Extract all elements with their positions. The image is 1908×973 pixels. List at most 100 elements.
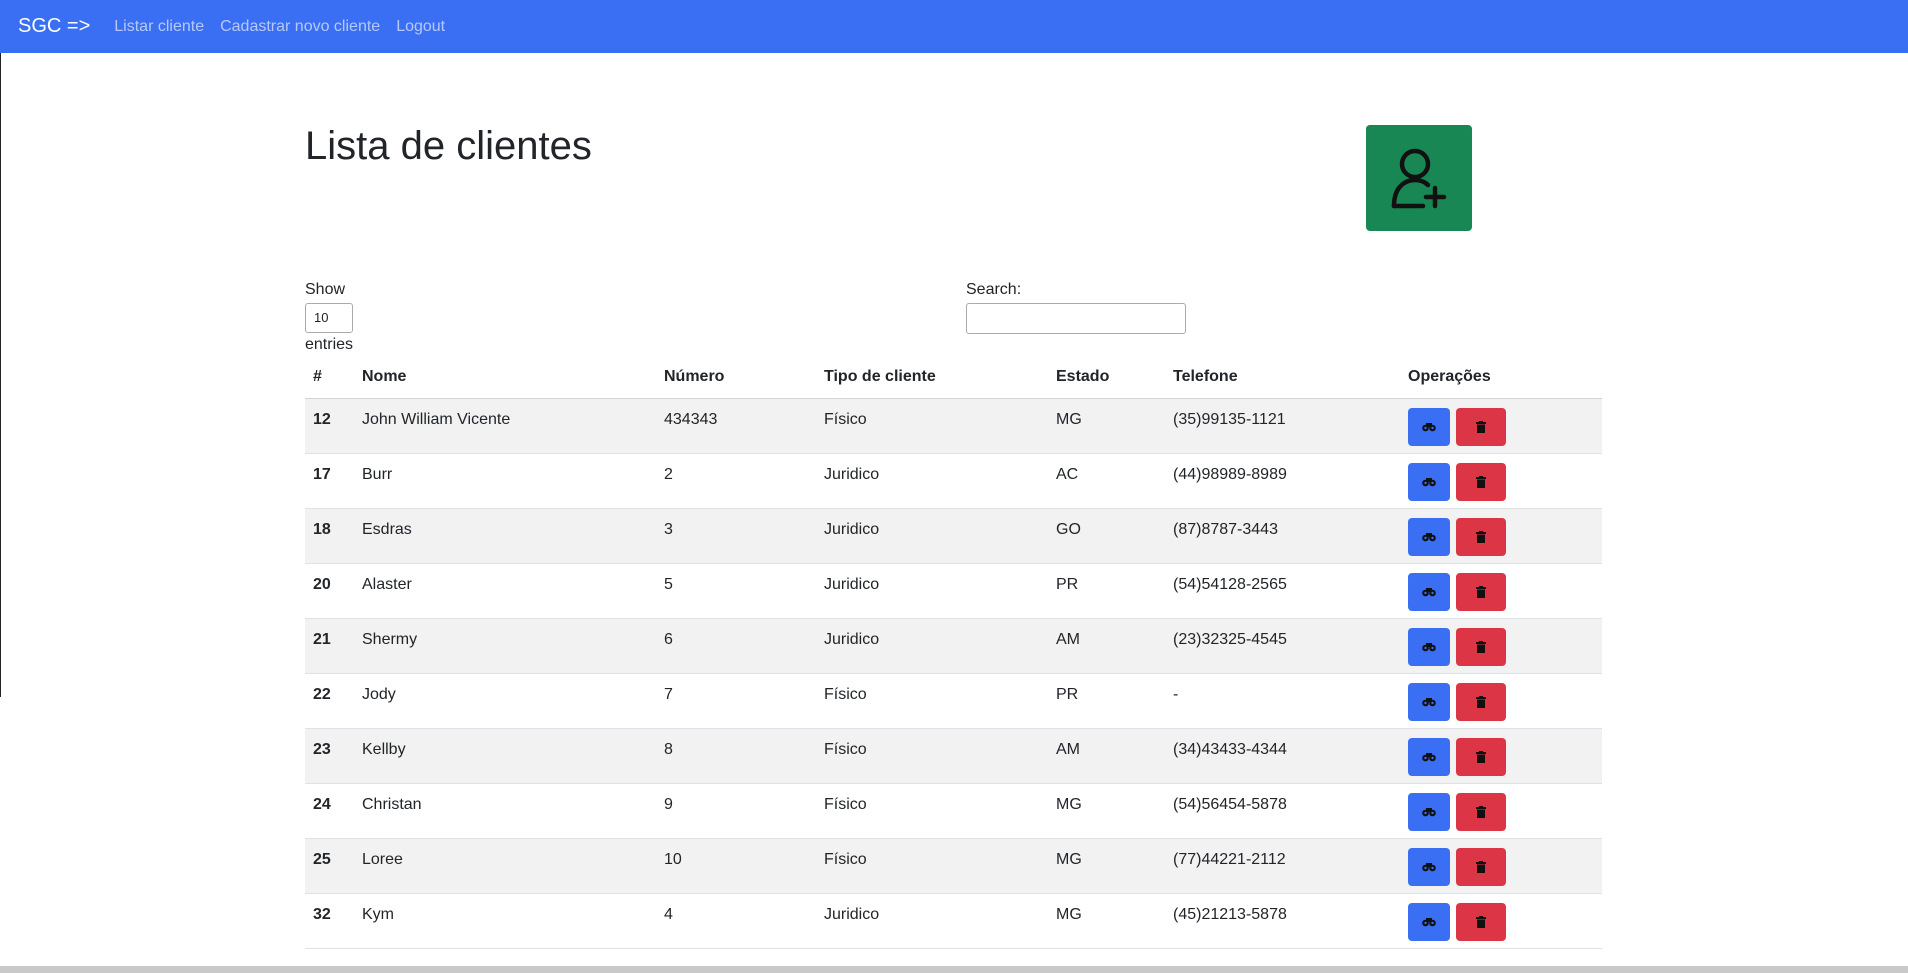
cell-telefone: (23)32325-4545	[1165, 618, 1400, 674]
cell-operacoes	[1400, 453, 1602, 509]
show-label: Show	[305, 281, 346, 298]
cell-id: 20	[305, 563, 354, 619]
delete-button[interactable]	[1456, 903, 1506, 941]
cell-estado: AC	[1048, 453, 1165, 509]
search-label: Search:	[966, 281, 1022, 298]
cell-nome: Christan	[354, 783, 656, 839]
cell-numero: 10	[656, 838, 816, 894]
view-button[interactable]	[1408, 903, 1450, 941]
header-operacoes: Operações	[1400, 356, 1602, 399]
cell-numero: 5	[656, 563, 816, 619]
cell-telefone: (54)54128-2565	[1165, 563, 1400, 619]
cell-numero: 3	[656, 508, 816, 564]
view-button[interactable]	[1408, 793, 1450, 831]
cell-telefone: (34)43433-4344	[1165, 728, 1400, 784]
delete-button[interactable]	[1456, 683, 1506, 721]
table-row: 12 John William Vicente 434343 Físico MG…	[305, 398, 1602, 454]
cell-numero: 7	[656, 673, 816, 729]
clients-table: # Nome Número Tipo de cliente Estado Tel…	[305, 356, 1602, 949]
brand-link[interactable]: SGC =>	[18, 15, 90, 38]
binoculars-icon	[1422, 588, 1436, 597]
view-button[interactable]	[1408, 848, 1450, 886]
binoculars-icon	[1422, 698, 1436, 707]
cell-estado: GO	[1048, 508, 1165, 564]
trash-icon	[1476, 696, 1486, 708]
nav-link-cadastrar-cliente[interactable]: Cadastrar novo cliente	[220, 18, 380, 36]
cell-numero: 6	[656, 618, 816, 674]
binoculars-icon	[1422, 533, 1436, 542]
cell-operacoes	[1400, 563, 1602, 619]
entries-select[interactable]: 10	[305, 303, 353, 333]
header-tipo[interactable]: Tipo de cliente	[816, 356, 1048, 399]
cell-telefone: (35)99135-1121	[1165, 398, 1400, 454]
binoculars-icon	[1422, 423, 1436, 432]
top-navbar: SGC => Listar cliente Cadastrar novo cli…	[0, 0, 1908, 53]
cell-operacoes	[1400, 893, 1602, 949]
cell-tipo: Físico	[816, 728, 1048, 784]
cell-operacoes	[1400, 783, 1602, 839]
cell-numero: 4	[656, 893, 816, 949]
cell-tipo: Juridico	[816, 563, 1048, 619]
view-button[interactable]	[1408, 408, 1450, 446]
view-button[interactable]	[1408, 738, 1450, 776]
cell-telefone: (87)8787-3443	[1165, 508, 1400, 564]
cell-numero: 9	[656, 783, 816, 839]
bottom-footer-strip	[0, 966, 1908, 973]
delete-button[interactable]	[1456, 518, 1506, 556]
cell-tipo: Físico	[816, 783, 1048, 839]
table-row: 20 Alaster 5 Juridico PR (54)54128-2565	[305, 563, 1602, 619]
cell-estado: PR	[1048, 563, 1165, 619]
entries-label: entries	[305, 336, 354, 353]
view-button[interactable]	[1408, 683, 1450, 721]
cell-operacoes	[1400, 508, 1602, 564]
cell-estado: MG	[1048, 838, 1165, 894]
cell-operacoes	[1400, 673, 1602, 729]
search-input[interactable]	[966, 303, 1186, 334]
table-row: 32 Kym 4 Juridico MG (45)21213-5878	[305, 893, 1602, 949]
header-id[interactable]: #	[305, 356, 354, 399]
header-estado[interactable]: Estado	[1048, 356, 1165, 399]
cell-nome: Kym	[354, 893, 656, 949]
delete-button[interactable]	[1456, 573, 1506, 611]
header-telefone[interactable]: Telefone	[1165, 356, 1400, 399]
binoculars-icon	[1422, 863, 1436, 872]
cell-tipo: Juridico	[816, 508, 1048, 564]
nav-link-listar-cliente[interactable]: Listar cliente	[114, 18, 204, 36]
cell-numero: 8	[656, 728, 816, 784]
add-client-button[interactable]	[1366, 125, 1472, 231]
view-button[interactable]	[1408, 628, 1450, 666]
cell-tipo: Físico	[816, 838, 1048, 894]
person-plus-icon	[1391, 148, 1447, 209]
delete-button[interactable]	[1456, 793, 1506, 831]
delete-button[interactable]	[1456, 408, 1506, 446]
cell-estado: MG	[1048, 783, 1165, 839]
view-button[interactable]	[1408, 463, 1450, 501]
delete-button[interactable]	[1456, 848, 1506, 886]
cell-nome: Loree	[354, 838, 656, 894]
header-nome[interactable]: Nome	[354, 356, 656, 399]
trash-icon	[1476, 531, 1486, 543]
nav-link-logout[interactable]: Logout	[396, 18, 445, 36]
trash-icon	[1476, 806, 1486, 818]
trash-icon	[1476, 421, 1486, 433]
delete-button[interactable]	[1456, 463, 1506, 501]
cell-id: 24	[305, 783, 354, 839]
cell-nome: Kellby	[354, 728, 656, 784]
cell-nome: Alaster	[354, 563, 656, 619]
table-row: 18 Esdras 3 Juridico GO (87)8787-3443	[305, 508, 1602, 564]
delete-button[interactable]	[1456, 628, 1506, 666]
view-button[interactable]	[1408, 573, 1450, 611]
trash-icon	[1476, 861, 1486, 873]
cell-tipo: Juridico	[816, 618, 1048, 674]
binoculars-icon	[1422, 643, 1436, 652]
cell-id: 17	[305, 453, 354, 509]
header-numero[interactable]: Número	[656, 356, 816, 399]
cell-tipo: Físico	[816, 398, 1048, 454]
cell-tipo: Físico	[816, 673, 1048, 729]
binoculars-icon	[1422, 478, 1436, 487]
delete-button[interactable]	[1456, 738, 1506, 776]
cell-telefone: (77)44221-2112	[1165, 838, 1400, 894]
trash-icon	[1476, 751, 1486, 763]
view-button[interactable]	[1408, 518, 1450, 556]
cell-telefone: (45)21213-5878	[1165, 893, 1400, 949]
